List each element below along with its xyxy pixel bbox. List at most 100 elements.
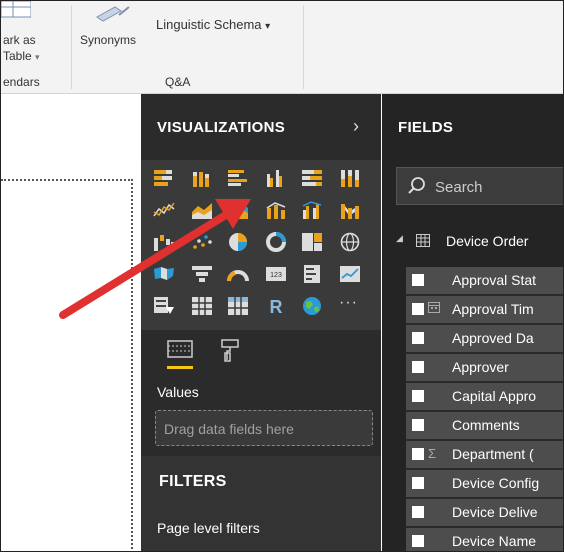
field-item[interactable]: Device Delive xyxy=(406,499,563,528)
card-icon[interactable]: 123 xyxy=(265,264,287,284)
area-chart-icon[interactable] xyxy=(191,200,213,220)
field-name: Approval Tim xyxy=(452,301,534,317)
field-checkbox[interactable] xyxy=(412,448,424,460)
field-checkbox[interactable] xyxy=(412,332,424,344)
ribbon-separator-2 xyxy=(303,5,304,89)
visualizations-header: VISUALIZATIONS › xyxy=(141,94,381,160)
synonyms-button[interactable]: Synonyms xyxy=(80,33,136,47)
search-icon xyxy=(408,177,425,194)
drop-zone-placeholder: Drag data fields here xyxy=(164,421,294,437)
mark-as-table-label[interactable]: ark as xyxy=(3,33,36,47)
search-placeholder: Search xyxy=(435,179,483,196)
fields-pane: FIELDS Search ◢ Device Order Approval St… xyxy=(382,94,563,551)
group-label-qa: Q&A xyxy=(165,75,191,89)
values-label: Values xyxy=(157,384,199,400)
field-checkbox[interactable] xyxy=(412,535,424,547)
field-item[interactable]: Σ Department ( xyxy=(406,441,563,470)
mark-as-table-label-2[interactable]: Table ▾ xyxy=(3,49,40,63)
scatter-chart-icon[interactable] xyxy=(191,232,213,252)
synonyms-icon[interactable] xyxy=(95,3,131,28)
gauge-icon[interactable] xyxy=(227,264,249,284)
line-and-stacked-column-icon[interactable] xyxy=(265,200,287,220)
line-chart-icon[interactable] xyxy=(153,200,175,220)
table-name: Device Order xyxy=(446,233,529,249)
treemap-icon[interactable] xyxy=(301,232,323,252)
field-item[interactable]: Approved Da xyxy=(406,325,563,354)
group-label-calendars: endars xyxy=(3,75,40,89)
field-checkbox[interactable] xyxy=(412,419,424,431)
r-visual-icon[interactable]: R xyxy=(265,296,287,316)
field-name: Approved Da xyxy=(452,330,534,346)
visualizations-pane: VISUALIZATIONS › 123 R ··· Values Drag d… xyxy=(141,94,381,551)
field-checkbox[interactable] xyxy=(412,390,424,402)
donut-chart-icon[interactable] xyxy=(265,232,287,252)
100-stacked-column-chart-icon[interactable] xyxy=(339,168,361,188)
fields-title: FIELDS xyxy=(398,119,454,136)
filters-title: FILTERS xyxy=(159,473,227,490)
fields-search-input[interactable]: Search xyxy=(396,167,563,205)
table-grid-icon xyxy=(416,234,430,247)
field-item[interactable]: Approval Stat xyxy=(406,267,563,296)
field-name: Device Config xyxy=(452,475,540,491)
app-window: ark as Table ▾ endars Synonyms Linguisti… xyxy=(0,0,564,552)
field-item[interactable]: Device Config xyxy=(406,470,563,499)
multi-row-card-icon[interactable] xyxy=(301,264,323,284)
field-name: Comments xyxy=(452,417,520,433)
clustered-column-chart-icon[interactable] xyxy=(265,168,287,188)
line-and-clustered-column-icon[interactable] xyxy=(301,200,323,220)
field-checkbox[interactable] xyxy=(412,274,424,286)
linguistic-schema-button[interactable]: Linguistic Schema ▾ xyxy=(156,17,270,32)
field-item[interactable]: Approval Tim xyxy=(406,296,563,325)
field-name: Device Name xyxy=(452,533,537,549)
stacked-column-chart-icon[interactable] xyxy=(191,168,213,188)
visualizations-title: VISUALIZATIONS xyxy=(157,119,286,136)
active-tab-indicator xyxy=(167,366,193,369)
field-checkbox[interactable] xyxy=(412,303,424,315)
svg-text:R: R xyxy=(270,297,283,316)
funnel-icon[interactable] xyxy=(191,264,213,284)
field-name: Approver xyxy=(452,359,509,375)
field-checkbox[interactable] xyxy=(412,361,424,373)
field-table-device-order[interactable]: ◢ Device Order xyxy=(382,230,563,252)
mark-as-table-icon[interactable] xyxy=(1,1,32,24)
field-item[interactable]: Device Name xyxy=(406,528,563,551)
fields-tab-icon[interactable] xyxy=(167,340,193,360)
field-name: Department ( xyxy=(452,446,534,462)
expand-triangle-icon[interactable]: ◢ xyxy=(396,233,403,244)
field-name: Capital Appro xyxy=(452,388,537,404)
stacked-area-chart-icon[interactable] xyxy=(227,200,249,220)
visual-placeholder-border xyxy=(1,179,133,551)
page-level-filters-label: Page level filters xyxy=(157,520,260,536)
field-checkbox[interactable] xyxy=(412,506,424,518)
stacked-bar-chart-icon[interactable] xyxy=(153,168,175,188)
report-canvas[interactable] xyxy=(1,94,141,551)
filled-map-icon[interactable] xyxy=(153,264,175,284)
slicer-icon[interactable] xyxy=(153,296,175,316)
format-paint-roller-icon[interactable] xyxy=(219,338,241,362)
field-name: Device Delive xyxy=(452,504,538,520)
collapse-chevron-icon[interactable]: › xyxy=(353,116,359,137)
field-checkbox[interactable] xyxy=(412,477,424,489)
values-drop-zone[interactable]: Drag data fields here xyxy=(155,410,373,446)
100-stacked-bar-chart-icon[interactable] xyxy=(301,168,323,188)
svg-text:123: 123 xyxy=(270,272,282,279)
kpi-icon[interactable] xyxy=(339,264,361,284)
visual-gallery: 123 R ··· xyxy=(141,160,381,330)
calendar-icon xyxy=(428,301,440,316)
sigma-icon: Σ xyxy=(428,446,437,461)
matrix-icon[interactable] xyxy=(227,296,249,316)
field-item[interactable]: Comments xyxy=(406,412,563,441)
ribbon: ark as Table ▾ endars Synonyms Linguisti… xyxy=(1,1,563,94)
clustered-bar-chart-icon[interactable] xyxy=(227,168,249,188)
more-visuals-icon[interactable]: ··· xyxy=(339,294,361,314)
arcgis-map-icon[interactable] xyxy=(301,296,323,316)
pie-chart-icon[interactable] xyxy=(227,232,249,252)
map-icon[interactable] xyxy=(339,232,361,252)
field-name: Approval Stat xyxy=(452,272,537,288)
waterfall-chart-icon[interactable] xyxy=(153,232,175,252)
field-item[interactable]: Approver xyxy=(406,354,563,383)
ribbon-separator xyxy=(71,5,72,89)
ribbon-chart-icon[interactable] xyxy=(339,200,361,220)
table-icon[interactable] xyxy=(191,296,213,316)
field-item[interactable]: Capital Appro xyxy=(406,383,563,412)
